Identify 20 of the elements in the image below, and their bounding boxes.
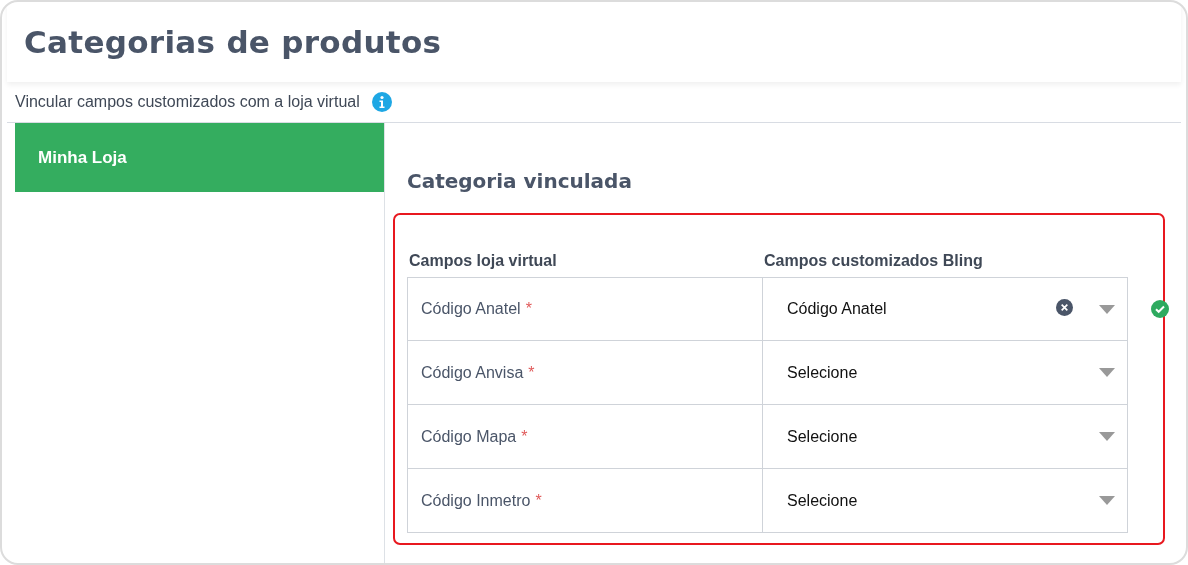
info-icon[interactable] <box>371 92 392 112</box>
caret-icon[interactable] <box>1099 432 1115 441</box>
page-title: Categorias de produtos <box>24 24 442 60</box>
check-icon <box>1151 300 1169 318</box>
subtitle: Vincular campos customizados com a loja virtual <box>15 93 360 111</box>
select-field[interactable]: Selecione <box>763 405 1128 469</box>
table-cell: Código Mapa * <box>407 405 763 469</box>
table-cell: Código Anvisa * <box>407 341 763 405</box>
select-field[interactable]: Selecione <box>763 469 1128 533</box>
clear-icon[interactable] <box>1056 298 1073 316</box>
caret-icon[interactable] <box>1099 304 1115 314</box>
caret-icon[interactable] <box>1099 496 1115 505</box>
table-cell: Código Inmetro * <box>407 469 763 533</box>
caret-icon[interactable] <box>1099 368 1115 377</box>
column-header: Campos loja virtual <box>408 252 558 270</box>
select-field[interactable]: Código Anatel <box>763 277 1128 341</box>
select-field[interactable]: Selecione <box>763 341 1128 405</box>
column-header: Campos customizados Bling <box>764 252 983 270</box>
table-cell: Código Anatel * <box>407 277 763 341</box>
section-title: Categoria vinculada <box>407 169 633 193</box>
